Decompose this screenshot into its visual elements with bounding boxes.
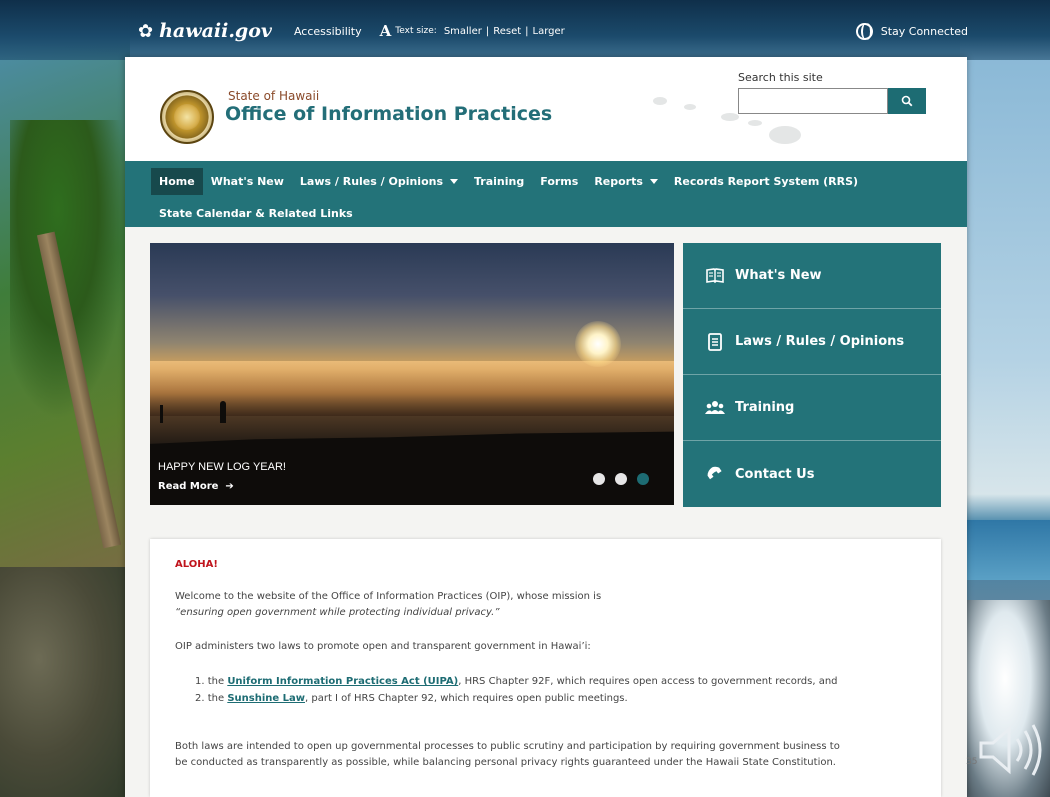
nav-records-report-system[interactable]: Records Report System (RRS) <box>666 168 866 195</box>
carousel-dot-3[interactable] <box>637 473 649 485</box>
site-header: State of Hawaii Office of Information Pr… <box>125 57 967 161</box>
quick-link-whats-new[interactable]: What's New <box>683 243 941 309</box>
background-sea <box>960 520 1050 580</box>
text-size-icon: A <box>379 22 392 40</box>
text-larger-link[interactable]: Larger <box>533 26 565 37</box>
search-label: Search this site <box>738 71 823 84</box>
slide-person <box>220 401 226 423</box>
background-palm-scene <box>0 0 130 797</box>
search-button[interactable] <box>888 88 926 114</box>
nav-laws-rules-opinions[interactable]: Laws / Rules / Opinions <box>292 168 466 195</box>
state-seal-logo[interactable] <box>160 90 214 144</box>
slide-sun <box>575 321 621 367</box>
read-more-link[interactable]: Read More ➔ <box>158 481 234 492</box>
content-heading: ALOHA! <box>175 559 218 570</box>
text-smaller-link[interactable]: Smaller <box>444 26 482 37</box>
uipa-link[interactable]: Uniform Information Practices Act (UIPA) <box>227 676 458 687</box>
both-laws-paragraph: Both laws are intended to open up govern… <box>175 741 840 768</box>
nav-forms[interactable]: Forms <box>532 168 586 195</box>
stay-connected-link[interactable]: Stay Connected <box>855 22 968 40</box>
sunshine-law-link[interactable]: Sunshine Law <box>227 693 305 704</box>
chevron-down-icon <box>450 178 459 184</box>
utility-bar: ✿ hawaii.gov Accessibility A Text size: … <box>0 0 1050 60</box>
nav-whats-new[interactable]: What's New <box>203 168 292 195</box>
hibiscus-icon: ✿ <box>138 20 154 42</box>
intro-paragraph: Welcome to the website of the Office of … <box>175 591 602 618</box>
text-reset-link[interactable]: Reset <box>493 26 521 37</box>
quick-link-contact-us[interactable]: Contact Us <box>683 441 941 507</box>
search-icon <box>901 95 913 107</box>
background-ocean-scene <box>960 0 1050 797</box>
text-size-controls: A Text size: Smaller | Reset | Larger <box>379 22 565 40</box>
nav-reports[interactable]: Reports <box>586 168 666 195</box>
chevron-down-icon <box>649 178 658 184</box>
slide-sign <box>160 405 163 423</box>
welcome-content: ALOHA! Welcome to the website of the Off… <box>150 539 941 797</box>
list-item: 1. the Uniform Information Practices Act… <box>195 676 838 687</box>
users-icon <box>705 400 725 414</box>
image-carousel[interactable]: HAPPY NEW LOG YEAR! Read More ➔ <box>150 243 674 505</box>
background-rocks <box>0 567 130 797</box>
slide-clouds <box>150 361 674 416</box>
carousel-dot-2[interactable] <box>615 473 627 485</box>
document-icon <box>708 332 722 351</box>
slide-caption: HAPPY NEW LOG YEAR! <box>158 461 286 473</box>
nav-training[interactable]: Training <box>466 168 532 195</box>
search-input[interactable] <box>738 88 888 114</box>
site-title[interactable]: Office of Information Practices <box>225 103 552 125</box>
globe-icon <box>855 22 873 40</box>
book-icon <box>706 267 724 283</box>
carousel-dot-1[interactable] <box>593 473 605 485</box>
nav-home[interactable]: Home <box>151 167 203 195</box>
laws-intro: OIP administers two laws to promote open… <box>175 641 591 652</box>
phone-icon <box>707 466 722 480</box>
hawaii-gov-logo[interactable]: ✿ hawaii.gov <box>138 20 272 42</box>
quick-link-laws-rules-opinions[interactable]: Laws / Rules / Opinions <box>683 309 941 375</box>
accessibility-link[interactable]: Accessibility <box>294 25 362 38</box>
carousel-dots <box>593 473 659 485</box>
speaker-icon[interactable] <box>975 717 1047 783</box>
main-panel: State of Hawaii Office of Information Pr… <box>125 57 967 797</box>
quick-links: What's New Laws / Rules / Opinions Train… <box>683 243 941 507</box>
site-state-name: State of Hawaii <box>228 89 320 103</box>
main-navigation: Home What's New Laws / Rules / Opinions … <box>125 161 967 227</box>
nav-state-calendar[interactable]: State Calendar & Related Links <box>151 200 361 227</box>
sign-in-icon: ➔ <box>221 481 234 492</box>
list-item: 2. the Sunshine Law, part I of HRS Chapt… <box>195 693 628 704</box>
quick-link-training[interactable]: Training <box>683 375 941 441</box>
laws-list: 1. the Uniform Information Practices Act… <box>195 673 838 707</box>
mission-statement: “ensuring open government while protecti… <box>175 607 500 618</box>
